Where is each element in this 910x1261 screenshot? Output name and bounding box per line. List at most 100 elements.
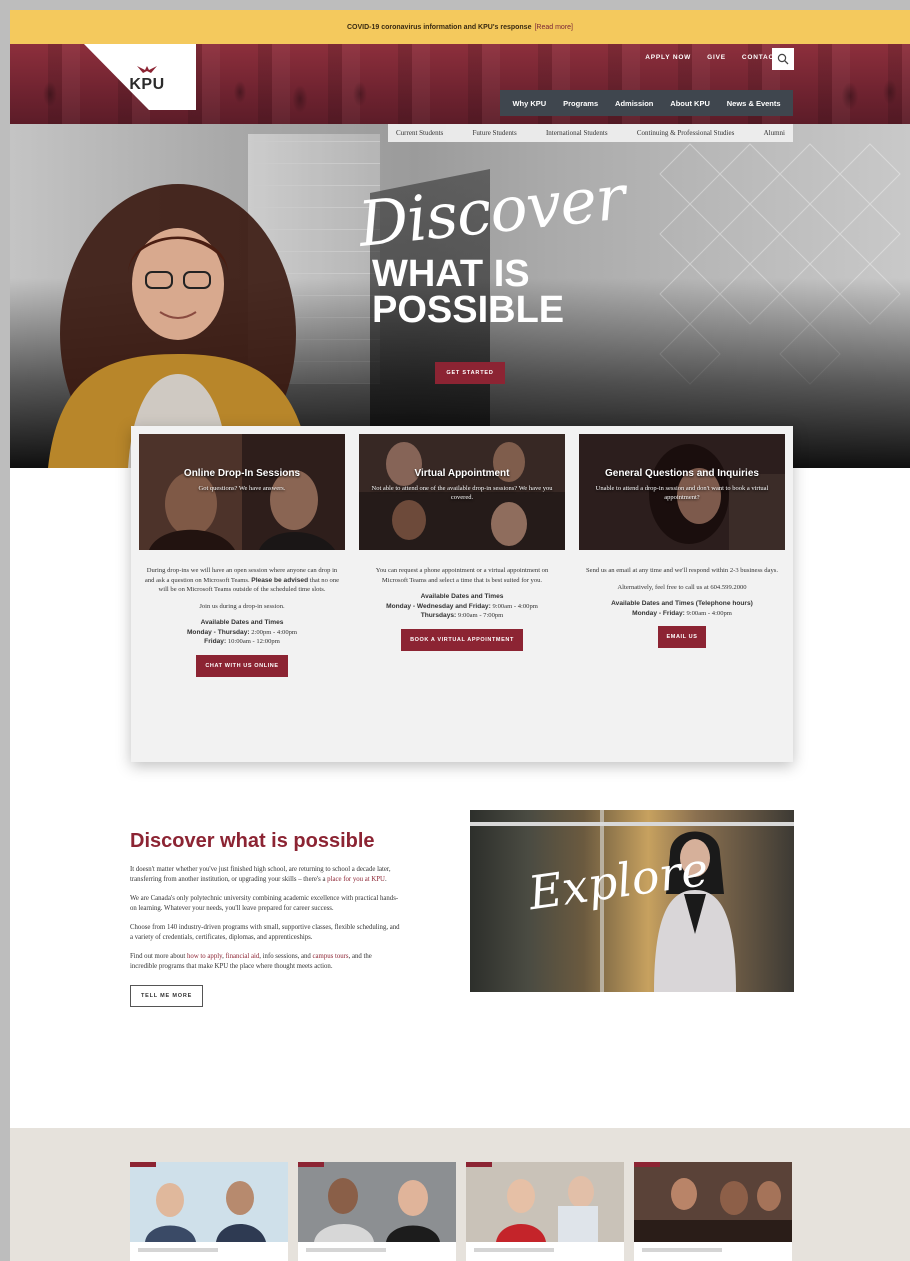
covid-alert-bar[interactable]: COVID-19 coronavirus information and KPU… [10, 10, 910, 44]
drop-in-hours-heading: Available Dates and Times [200, 619, 284, 626]
give-link[interactable]: GIVE [707, 54, 726, 61]
nav-alumni[interactable]: Alumni [764, 129, 785, 137]
tile-image [298, 1162, 456, 1242]
chat-online-button[interactable]: CHAT WITH US ONLINE [196, 654, 288, 677]
discover-paragraph-4: Find out more about how to apply, financ… [130, 952, 400, 972]
virtual-hours-2: Thursdays: 9:00am - 7:00pm [363, 611, 561, 621]
tell-me-more-button[interactable]: TELL ME MORE [130, 985, 204, 1007]
para-text: Find out more about [130, 953, 188, 960]
tile-label-placeholder [306, 1248, 386, 1252]
discover-section: Discover what is possible It doesn't mat… [130, 830, 400, 1007]
nav-future-students[interactable]: Future Students [473, 129, 517, 137]
tile-tag [466, 1162, 492, 1167]
main-nav: Why KPU Programs Admission About KPU New… [500, 90, 793, 116]
general-subtitle: Unable to attend a drop-in session and d… [595, 485, 769, 501]
search-icon [777, 53, 789, 65]
virtual-subtitle: Not able to attend one of the available … [371, 485, 553, 501]
virtual-appointment-card: Virtual Appointment Not able to attend o… [359, 434, 565, 651]
hours-value: 10:00am - 12:00pm [227, 638, 280, 645]
place-for-you-link[interactable]: place for you at KPU [327, 876, 385, 883]
drop-in-title: Online Drop-In Sessions [183, 468, 301, 479]
nav-programs[interactable]: Programs [563, 99, 598, 108]
hero-headline: Discover WHAT IS POSSIBLE [355, 160, 628, 331]
feature-tile[interactable] [466, 1162, 624, 1261]
virtual-body: You can request a phone appointment or a… [359, 566, 565, 651]
search-button[interactable] [772, 48, 794, 70]
discover-paragraph-1: It doesn't matter whether you've just fi… [130, 865, 400, 885]
tile-tag [130, 1162, 156, 1167]
email-us-button[interactable]: EMAIL US [657, 626, 707, 648]
general-title: General Questions and Inquiries [605, 468, 759, 479]
hours-value: 9:00am - 4:00pm [492, 602, 538, 610]
kpu-bird-icon [137, 66, 157, 73]
hours-label: Thursdays: [420, 612, 457, 619]
book-appointment-button[interactable]: BOOK A VIRTUAL APPOINTMENT [401, 628, 523, 651]
drop-in-description: During drop-ins we will have an open ses… [143, 566, 341, 595]
tile-label-placeholder [642, 1248, 722, 1252]
discover-heading: Discover what is possible [130, 830, 375, 852]
hours-label: Monday - Thursday: [186, 628, 250, 636]
financial-aid-link[interactable]: financial aid [225, 953, 259, 960]
feature-tile[interactable] [130, 1162, 288, 1261]
kpu-logo[interactable]: KPU [125, 64, 169, 94]
alert-read-more-link[interactable]: [Read more] [534, 24, 573, 31]
nav-news-events[interactable]: News & Events [727, 99, 781, 108]
tile-tag [298, 1162, 324, 1167]
hours-value: 9:00am - 4:00pm [686, 609, 732, 617]
para-text: . [384, 876, 387, 883]
general-hours-1: Monday - Friday: 9:00am - 4:00pm [583, 609, 781, 619]
tile-image [466, 1162, 624, 1242]
general-hours-heading: Available Dates and Times (Telephone hou… [611, 600, 753, 607]
nav-continuing-studies[interactable]: Continuing & Professional Studies [637, 129, 734, 137]
hours-label: Friday: [204, 638, 227, 645]
feature-tile[interactable] [298, 1162, 456, 1261]
hero-script-word: Discover [354, 160, 628, 261]
page: COVID-19 coronavirus information and KPU… [10, 10, 910, 1261]
alert-text: COVID-19 coronavirus information and KPU… [346, 23, 532, 31]
utility-nav: APPLY NOW GIVE CONTACT US [645, 54, 792, 61]
tile-label-placeholder [474, 1248, 554, 1252]
nav-admission[interactable]: Admission [615, 99, 653, 108]
hero-banner: Current Students Future Students Interna… [10, 124, 910, 468]
campus-tours-link[interactable]: campus tours [313, 953, 349, 960]
hours-value: 9:00am - 7:00pm [457, 612, 504, 619]
explore-image[interactable]: Explore [470, 810, 794, 992]
general-phone-text: Alternatively, feel free to call us at 6… [617, 583, 747, 591]
general-body: Send us an email at any time and we'll r… [579, 566, 785, 648]
virtual-hours-heading: Available Dates and Times [420, 593, 504, 600]
general-description: Send us an email at any time and we'll r… [585, 567, 778, 574]
virtual-hours-1: Monday - Wednesday and Friday: 9:00am - … [363, 602, 561, 612]
nav-about-kpu[interactable]: About KPU [670, 99, 710, 108]
hero-line-2: POSSIBLE [372, 289, 565, 331]
tile-image [634, 1162, 792, 1242]
tile-label-placeholder [138, 1248, 218, 1252]
nav-current-students[interactable]: Current Students [396, 129, 443, 137]
how-to-apply-link[interactable]: how to apply [187, 953, 222, 960]
nav-why-kpu[interactable]: Why KPU [512, 99, 546, 108]
hours-label: Monday - Wednesday and Friday: [386, 602, 491, 610]
drop-in-card-photo: Online Drop-In Sessions Got questions? W… [139, 434, 345, 550]
hours-label: Monday - Friday: [632, 609, 685, 617]
feature-tile[interactable] [634, 1162, 792, 1261]
get-started-button[interactable]: GET STARTED [435, 362, 505, 384]
tile-image [130, 1162, 288, 1242]
site-header: KPU APPLY NOW GIVE CONTACT US Why KPU Pr… [10, 44, 910, 124]
feature-tiles-band [10, 1128, 910, 1261]
nav-international-students[interactable]: International Students [546, 129, 608, 137]
virtual-title: Virtual Appointment [414, 468, 510, 479]
virtual-description: You can request a phone appointment or a… [375, 567, 549, 584]
hero-line-1: WHAT IS [372, 253, 530, 295]
discover-paragraph-2: We are Canada's only polytechnic univers… [130, 895, 399, 912]
drop-in-hours-1: Monday - Thursday: 2:00pm - 4:00pm [143, 628, 341, 638]
para-text: , info sessions, and [259, 953, 313, 960]
drop-in-body: During drop-ins we will have an open ses… [139, 566, 345, 677]
drop-in-hours-2: Friday: 10:00am - 12:00pm [143, 637, 341, 647]
apply-now-link[interactable]: APPLY NOW [645, 54, 691, 61]
contact-options-panel: Online Drop-In Sessions Got questions? W… [131, 426, 793, 762]
hours-value: 2:00pm - 4:00pm [251, 628, 298, 636]
discover-paragraph-3: Choose from 140 industry-driven programs… [130, 924, 400, 941]
tile-tag [634, 1162, 660, 1167]
general-card-photo: General Questions and Inquiries Unable t… [579, 434, 785, 550]
audience-nav: Current Students Future Students Interna… [388, 124, 793, 142]
drop-in-card: Online Drop-In Sessions Got questions? W… [139, 434, 345, 677]
